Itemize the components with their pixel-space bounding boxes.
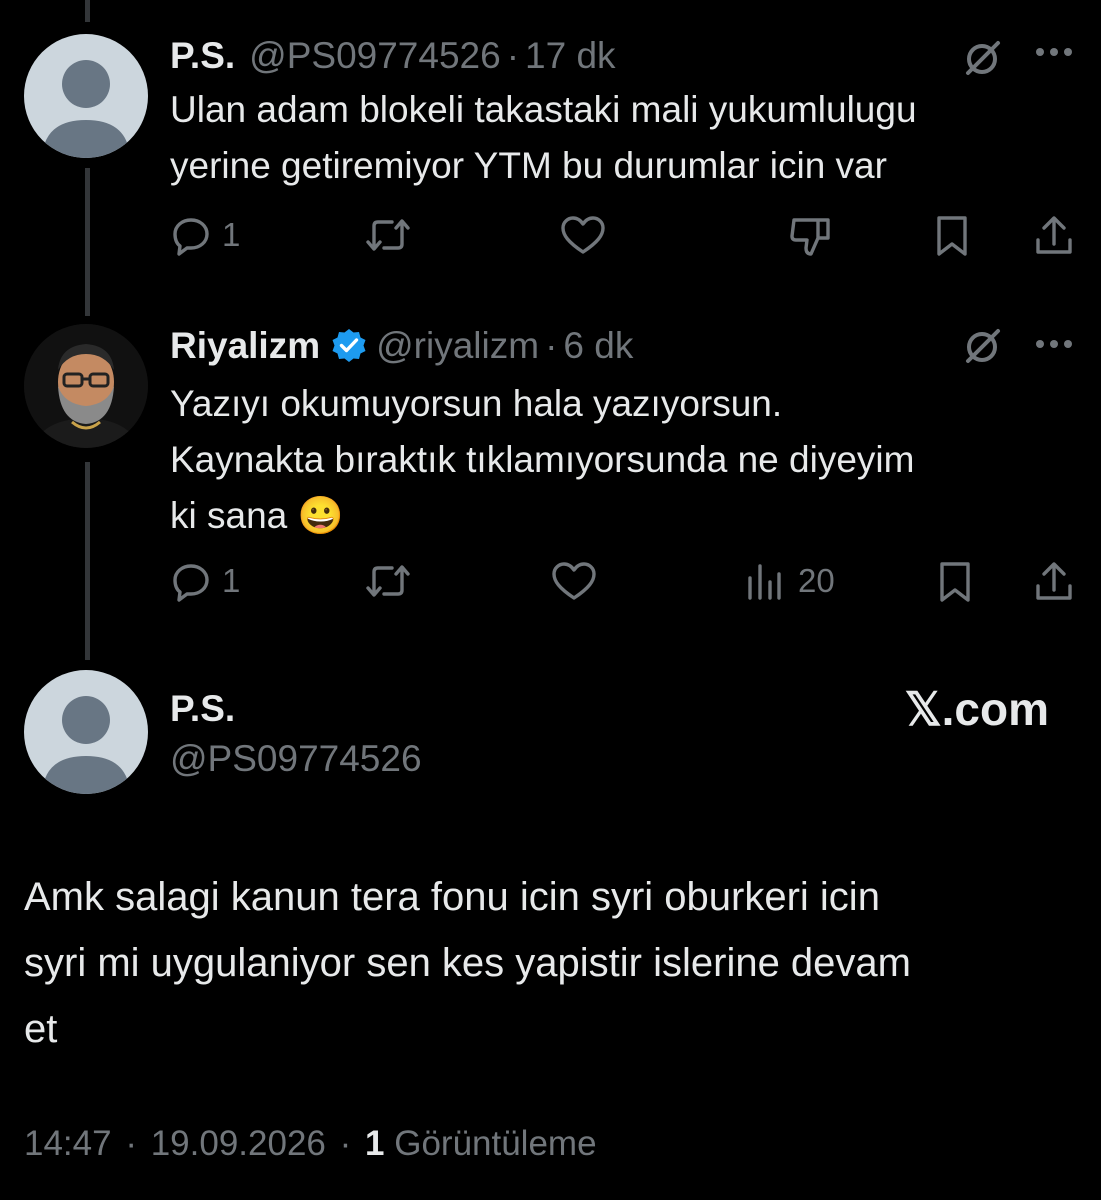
retweet-icon[interactable] (364, 214, 412, 256)
grok-icon[interactable] (960, 325, 1004, 369)
thread-line-2 (85, 462, 90, 660)
author-name[interactable]: Riyalizm (170, 325, 320, 367)
default-avatar-icon (42, 696, 130, 794)
view-count: 20 (798, 562, 835, 599)
tweet-text-line: Amk salagi kanun tera fonu icin syri obu… (24, 875, 880, 919)
default-avatar-icon (42, 60, 130, 158)
separator: · (506, 35, 520, 76)
view-count: 1 (365, 1124, 385, 1163)
author-name[interactable]: P.S. (170, 688, 235, 730)
tweet-text-line: ki sana 😀 (170, 495, 344, 536)
verified-badge-icon (332, 329, 366, 362)
tweet-meta: 14:47 · 19.09.2026 · 1 Görüntüleme (24, 1124, 597, 1164)
separator: · (125, 1124, 137, 1163)
reply-icon (173, 218, 209, 256)
like-icon[interactable] (551, 560, 597, 602)
tweet-text-line: syri mi uygulaniyor sen kes yapistir isl… (24, 941, 911, 985)
tweet-text: Yazıyı okumuyorsun hala yazıyorsun. Kayn… (170, 376, 914, 544)
avatar[interactable] (24, 324, 148, 448)
views-button[interactable]: 20 (744, 560, 835, 602)
tweet-text-line: Ulan adam blokeli takastaki mali yukumlu… (170, 89, 917, 130)
reply-button[interactable]: 1 (170, 560, 240, 602)
cartoon-avatar-image (24, 324, 148, 448)
author-handle[interactable]: @PS09774526 (249, 35, 501, 77)
share-icon[interactable] (1032, 214, 1076, 258)
main-tweet-text: Amk salagi kanun tera fonu icin syri obu… (24, 864, 911, 1062)
like-icon[interactable] (560, 214, 606, 256)
separator: · (545, 325, 558, 366)
grok-icon[interactable] (960, 37, 1004, 81)
retweet-icon[interactable] (364, 560, 412, 602)
timestamp[interactable]: 6 dk (563, 325, 633, 367)
view-label: Görüntüleme (394, 1124, 597, 1163)
reply-icon (173, 564, 209, 602)
reply-button[interactable]: 1 (170, 214, 240, 256)
author-handle[interactable]: @riyalizm (376, 325, 539, 367)
share-icon[interactable] (1032, 560, 1076, 604)
tweet-text: Ulan adam blokeli takastaki mali yukumlu… (170, 82, 917, 194)
bookmark-icon[interactable] (935, 560, 975, 604)
post-time[interactable]: 14:47 (24, 1124, 112, 1163)
x-watermark: 𝕏.com (904, 683, 1049, 735)
avatar[interactable] (24, 34, 148, 158)
reply-count: 1 (222, 562, 241, 599)
tweet-text-line: et (24, 1007, 58, 1051)
reply-count: 1 (222, 216, 241, 253)
tweet-text-line: yerine getiremiyor YTM bu durumlar icin … (170, 145, 887, 186)
downvote-icon[interactable] (788, 214, 832, 258)
thread-line-1 (85, 168, 90, 316)
timestamp[interactable]: 17 dk (525, 35, 616, 77)
tweet-text-line: Kaynakta bıraktık tıklamıyorsunda ne diy… (170, 439, 915, 480)
author-handle[interactable]: @PS09774526 (170, 738, 422, 780)
analytics-icon (748, 564, 781, 600)
bookmark-icon[interactable] (932, 214, 972, 258)
post-date[interactable]: 19.09.2026 (151, 1124, 326, 1163)
thread-line-top (85, 0, 90, 22)
more-icon[interactable] (1032, 42, 1076, 62)
avatar[interactable] (24, 670, 148, 794)
separator: · (339, 1124, 352, 1163)
tweet-text-line: Yazıyı okumuyorsun hala yazıyorsun. (170, 383, 783, 424)
more-icon[interactable] (1032, 334, 1076, 354)
author-name[interactable]: P.S. (170, 35, 235, 77)
